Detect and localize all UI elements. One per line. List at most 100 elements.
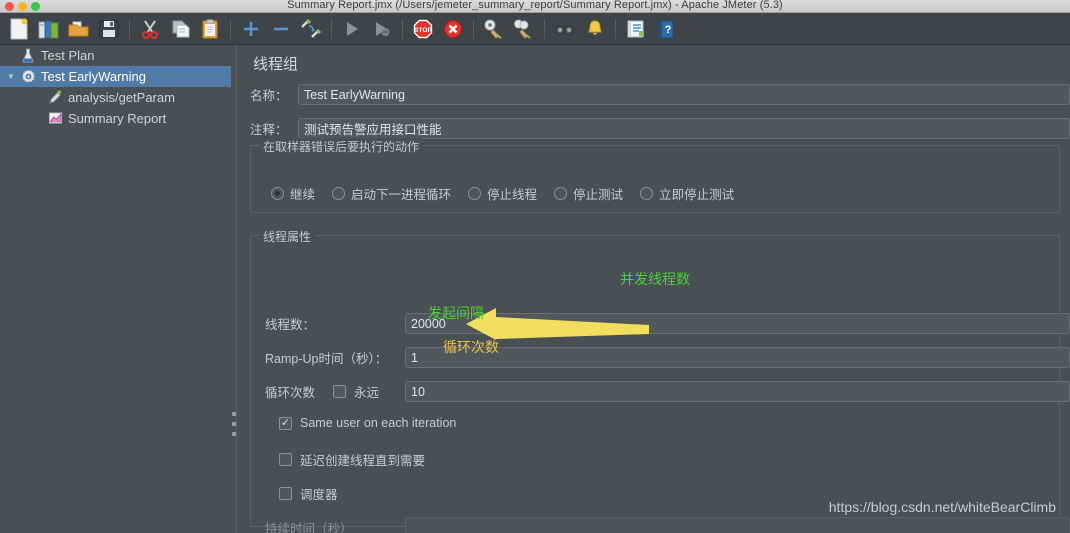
- split-pane-divider[interactable]: [231, 45, 239, 533]
- radio-stop-thread[interactable]: 停止线程: [468, 184, 537, 203]
- radio-label: 继续: [290, 188, 316, 202]
- radio-stop-test[interactable]: 停止测试: [554, 184, 623, 203]
- comment-input[interactable]: 测试预告警应用接口性能: [298, 118, 1070, 139]
- open-icon[interactable]: [64, 15, 94, 43]
- svg-text:STOP: STOP: [414, 27, 432, 34]
- loops-annotation-text: 循环次数: [443, 339, 499, 355]
- page-title: 线程组: [253, 56, 299, 73]
- radio-indicator[interactable]: [554, 187, 568, 200]
- thread-group-editor: 线程组 名称： Test EarlyWarning 注释： 测试预告警应用接口性…: [239, 45, 1070, 533]
- thread-properties-title: 线程属性: [259, 228, 316, 245]
- start-icon[interactable]: [337, 15, 367, 43]
- paste-icon[interactable]: [195, 15, 225, 43]
- radio-indicator[interactable]: [468, 187, 482, 200]
- ramp-up-input[interactable]: 1: [405, 347, 1070, 368]
- main-toolbar: STOP ?: [0, 13, 1070, 45]
- loop-count-input[interactable]: 10: [405, 381, 1070, 402]
- thread-count-label: 线程数：: [265, 318, 316, 332]
- clear-all-icon[interactable]: [509, 15, 539, 43]
- duration-label: 持续时间（秒）: [265, 522, 353, 533]
- toolbar-separator-6: [544, 18, 545, 39]
- clear-icon[interactable]: [479, 15, 509, 43]
- new-icon[interactable]: [4, 15, 34, 43]
- shutdown-icon[interactable]: [438, 15, 468, 43]
- save-icon[interactable]: [94, 15, 124, 43]
- toolbar-separator-5: [473, 18, 474, 39]
- help-icon[interactable]: ?: [651, 15, 681, 43]
- tree-item-label: Test EarlyWarning: [41, 69, 146, 84]
- tree-item-test-earlywarning[interactable]: ▼ Test EarlyWarning: [0, 66, 231, 87]
- loop-count-row: 循环次数 永远 10: [265, 381, 1070, 402]
- comment-row: 注释： 测试预告警应用接口性能: [250, 118, 1070, 139]
- title-bar: Summary Report.jmx (/Users/jemeter_summa…: [0, 0, 1070, 13]
- checkbox-forever[interactable]: 永远: [333, 382, 405, 401]
- toolbar-separator-4: [402, 18, 403, 39]
- tree-item-label: analysis/getParam: [68, 90, 175, 105]
- comment-label: 注释：: [250, 123, 288, 137]
- tree-item-label: Summary Report: [68, 111, 167, 126]
- checkbox-indicator[interactable]: [333, 385, 346, 398]
- toggle-icon[interactable]: [296, 15, 326, 43]
- thread-count-row: 线程数： 20000: [265, 313, 1070, 334]
- on-sampler-error-radios[interactable]: 继续 启动下一进程循环 停止线程 停止测试 立即停止测试: [271, 184, 751, 203]
- copy-icon[interactable]: [165, 15, 195, 43]
- rampup-annotation-text: 发起间隔: [428, 305, 484, 321]
- test-plan-icon: [18, 48, 38, 63]
- radio-indicator[interactable]: [271, 187, 284, 200]
- divider-grip[interactable]: [232, 412, 237, 436]
- collapse-all-icon[interactable]: [266, 15, 296, 43]
- name-label: 名称：: [250, 89, 288, 103]
- cut-icon[interactable]: [135, 15, 165, 43]
- toolbar-separator-3: [331, 18, 332, 39]
- loop-count-label: 循环次数: [265, 386, 316, 400]
- toolbar-separator-7: [615, 18, 616, 39]
- expand-all-icon[interactable]: [236, 15, 266, 43]
- tree-item-test-plan[interactable]: Test Plan: [0, 45, 231, 66]
- radio-label: 停止测试: [573, 188, 624, 202]
- start-no-pauses-icon[interactable]: [367, 15, 397, 43]
- watermark-text: https://blog.csdn.net/whiteBearClimb: [828, 499, 1056, 515]
- radio-continue[interactable]: 继续: [271, 184, 315, 203]
- tree-expander-icon[interactable]: ▼: [4, 72, 18, 81]
- checkbox-label: 延迟创建线程直到需要: [300, 454, 426, 468]
- checkbox-indicator[interactable]: [279, 416, 292, 430]
- toolbar-separator-2: [230, 18, 231, 39]
- http-sampler-icon: [45, 90, 65, 105]
- tree-item-label: Test Plan: [41, 48, 95, 63]
- radio-label: 启动下一进程循环: [351, 188, 452, 202]
- checkbox-indicator[interactable]: [279, 453, 292, 466]
- threads-annotation-text: 并发线程数: [620, 271, 690, 287]
- reset-search-icon[interactable]: [580, 15, 610, 43]
- duration-row: 持续时间（秒）: [265, 517, 1070, 533]
- checkbox-indicator[interactable]: [279, 487, 292, 500]
- function-helper-icon[interactable]: [621, 15, 651, 43]
- threads-annotation-arrow: [466, 308, 649, 340]
- window-title: Summary Report.jmx (/Users/jemeter_summa…: [287, 0, 783, 11]
- checkbox-same-user-each-iteration[interactable]: Same user on each iteration: [279, 416, 456, 430]
- toolbar-separator-1: [129, 18, 130, 39]
- templates-icon[interactable]: [34, 15, 64, 43]
- stop-icon[interactable]: STOP: [408, 15, 438, 43]
- ramp-up-row: Ramp-Up时间（秒）： 1: [265, 347, 1070, 368]
- radio-stop-test-now[interactable]: 立即停止测试: [640, 184, 734, 203]
- ramp-up-label: Ramp-Up时间（秒）：: [265, 352, 388, 366]
- svg-text:?: ?: [665, 24, 672, 36]
- radio-start-next-loop[interactable]: 启动下一进程循环: [332, 184, 451, 203]
- test-plan-tree[interactable]: Test Plan ▼ Test EarlyWarning analysis/g…: [0, 45, 231, 533]
- tree-item-analysis-getparam[interactable]: analysis/getParam: [0, 87, 231, 108]
- duration-input[interactable]: [405, 517, 1070, 533]
- tree-item-summary-report[interactable]: Summary Report: [0, 108, 231, 129]
- checkbox-delay-thread-creation[interactable]: 延迟创建线程直到需要: [279, 450, 425, 469]
- radio-indicator[interactable]: [640, 187, 654, 200]
- radio-indicator[interactable]: [332, 187, 346, 200]
- search-icon[interactable]: [550, 15, 580, 43]
- name-input[interactable]: Test EarlyWarning: [298, 84, 1070, 105]
- radio-label: 停止线程: [487, 188, 538, 202]
- on-sampler-error-title: 在取样器错误后要执行的动作: [259, 138, 424, 155]
- checkbox-scheduler[interactable]: 调度器: [279, 484, 338, 503]
- checkbox-label: 永远: [354, 386, 380, 400]
- radio-label: 立即停止测试: [659, 188, 735, 202]
- on-sampler-error-group: 在取样器错误后要执行的动作 继续 启动下一进程循环 停止线程 停止测试 立即停止…: [250, 138, 1060, 213]
- checkbox-label: 调度器: [300, 488, 338, 502]
- name-row: 名称： Test EarlyWarning: [250, 84, 1070, 105]
